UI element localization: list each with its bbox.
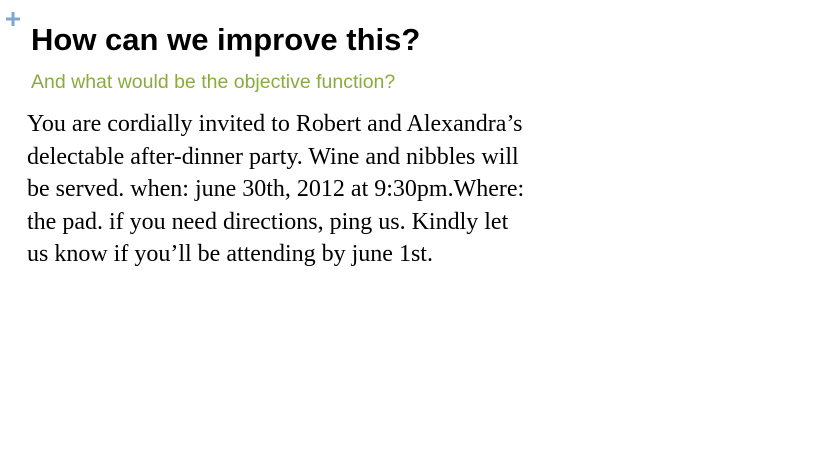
invitation-line: the pad. if you need directions, ping us…: [27, 208, 509, 235]
slide: How can we improve this? And what would …: [0, 0, 819, 460]
slide-subtitle: And what would be the objective function…: [31, 71, 396, 93]
invitation-line: You are cordially invited to Robert and …: [27, 111, 523, 137]
invitation-text: You are cordially invited to Robert and …: [27, 108, 607, 271]
slide-title: How can we improve this?: [31, 22, 421, 57]
invitation-line: delectable after-dinner party. Wine and …: [27, 143, 519, 170]
plus-icon: [6, 12, 20, 26]
invitation-line: us know if you’ll be attending by june 1…: [27, 241, 433, 267]
invitation-line: be served. when: june 30th, 2012 at 9:30…: [27, 176, 525, 202]
